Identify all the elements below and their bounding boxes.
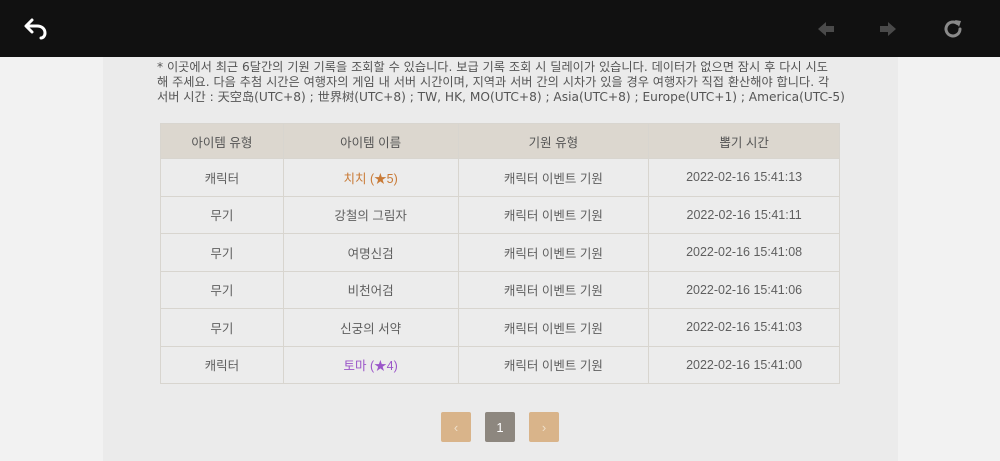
cell-item-name: 비천어검 (282, 270, 459, 309)
back-button[interactable] (21, 14, 51, 44)
refresh-icon (944, 20, 962, 38)
header-item-name: 아이템 이름 (282, 123, 459, 159)
top-toolbar (0, 0, 1000, 57)
next-page-button[interactable]: › (529, 412, 559, 442)
notice-line-1: * 이곳에서 최근 6달간의 기원 기록을 조회할 수 있습니다. 보급 기록 … (157, 60, 828, 74)
nav-back-button[interactable] (811, 14, 841, 44)
cell-wish-type: 캐릭터 이벤트 기원 (457, 195, 650, 234)
cell-wish-type: 캐릭터 이벤트 기원 (457, 233, 650, 272)
cell-item-name: 신궁의 서약 (282, 308, 459, 347)
cell-wish-time: 2022-02-16 15:41:06 (648, 270, 840, 309)
cell-item-name: 토마 (★4) (282, 345, 459, 384)
table-row: 캐릭터 치치 (★5) 캐릭터 이벤트 기원 2022-02-16 15:41:… (160, 158, 840, 197)
notice-line-3: 서버 시간 : 天空岛(UTC+8) ; 世界树(UTC+8) ; TW, HK… (157, 90, 845, 104)
cell-wish-time: 2022-02-16 15:41:00 (648, 345, 840, 384)
header-wish-time: 뽑기 시간 (648, 123, 840, 159)
cell-wish-time: 2022-02-16 15:41:08 (648, 233, 840, 272)
wish-history-table: 아이템 유형 아이템 이름 기원 유형 뽑기 시간 캐릭터 치치 (★5) 캐릭… (160, 123, 840, 384)
nav-forward-button[interactable] (873, 14, 903, 44)
page-number-label: 1 (496, 419, 504, 435)
cell-item-name: 치치 (★5) (282, 158, 459, 197)
cell-wish-type: 캐릭터 이벤트 기원 (457, 158, 650, 197)
cell-wish-type: 캐릭터 이벤트 기원 (457, 270, 650, 309)
cell-item-type: 캐릭터 (160, 158, 284, 197)
cell-item-type: 무기 (160, 270, 284, 309)
cell-wish-time: 2022-02-16 15:41:03 (648, 308, 840, 347)
cell-wish-type: 캐릭터 이벤트 기원 (457, 308, 650, 347)
cell-item-type: 무기 (160, 195, 284, 234)
right-arrow-icon (880, 22, 896, 36)
table-row: 무기 신궁의 서약 캐릭터 이벤트 기원 2022-02-16 15:41:03 (160, 308, 840, 347)
refresh-button[interactable] (938, 14, 968, 44)
prev-page-button[interactable]: ‹ (441, 412, 471, 442)
table-row: 캐릭터 토마 (★4) 캐릭터 이벤트 기원 2022-02-16 15:41:… (160, 345, 840, 384)
table-row: 무기 강철의 그림자 캐릭터 이벤트 기원 2022-02-16 15:41:1… (160, 195, 840, 234)
table-row: 무기 비천어검 캐릭터 이벤트 기원 2022-02-16 15:41:06 (160, 270, 840, 309)
cell-wish-time: 2022-02-16 15:41:11 (648, 195, 840, 234)
cell-item-type: 무기 (160, 233, 284, 272)
cell-item-type: 무기 (160, 308, 284, 347)
chevron-left-icon: ‹ (453, 419, 459, 435)
cell-item-name: 강철의 그림자 (282, 195, 459, 234)
cell-item-type: 캐릭터 (160, 345, 284, 384)
chevron-right-icon: › (541, 419, 547, 435)
header-item-type: 아이템 유형 (160, 123, 284, 159)
left-arrow-icon (818, 22, 834, 36)
notice-text: * 이곳에서 최근 6달간의 기원 기록을 조회할 수 있습니다. 보급 기록 … (157, 60, 847, 105)
header-wish-type: 기원 유형 (457, 123, 650, 159)
wish-history-panel: * 이곳에서 최근 6달간의 기원 기록을 조회할 수 있습니다. 보급 기록 … (103, 57, 898, 461)
notice-line-2: 해 주세요. 다음 추첨 시간은 여행자의 게임 내 서버 시간이며, 지역과 … (157, 75, 830, 89)
table-row: 무기 여명신검 캐릭터 이벤트 기원 2022-02-16 15:41:08 (160, 233, 840, 272)
page-number-current[interactable]: 1 (485, 412, 515, 442)
cell-wish-type: 캐릭터 이벤트 기원 (457, 345, 650, 384)
table-header-row: 아이템 유형 아이템 이름 기원 유형 뽑기 시간 (160, 123, 840, 159)
cell-wish-time: 2022-02-16 15:41:13 (648, 158, 840, 197)
back-arrow-icon (24, 18, 47, 40)
cell-item-name: 여명신검 (282, 233, 459, 272)
